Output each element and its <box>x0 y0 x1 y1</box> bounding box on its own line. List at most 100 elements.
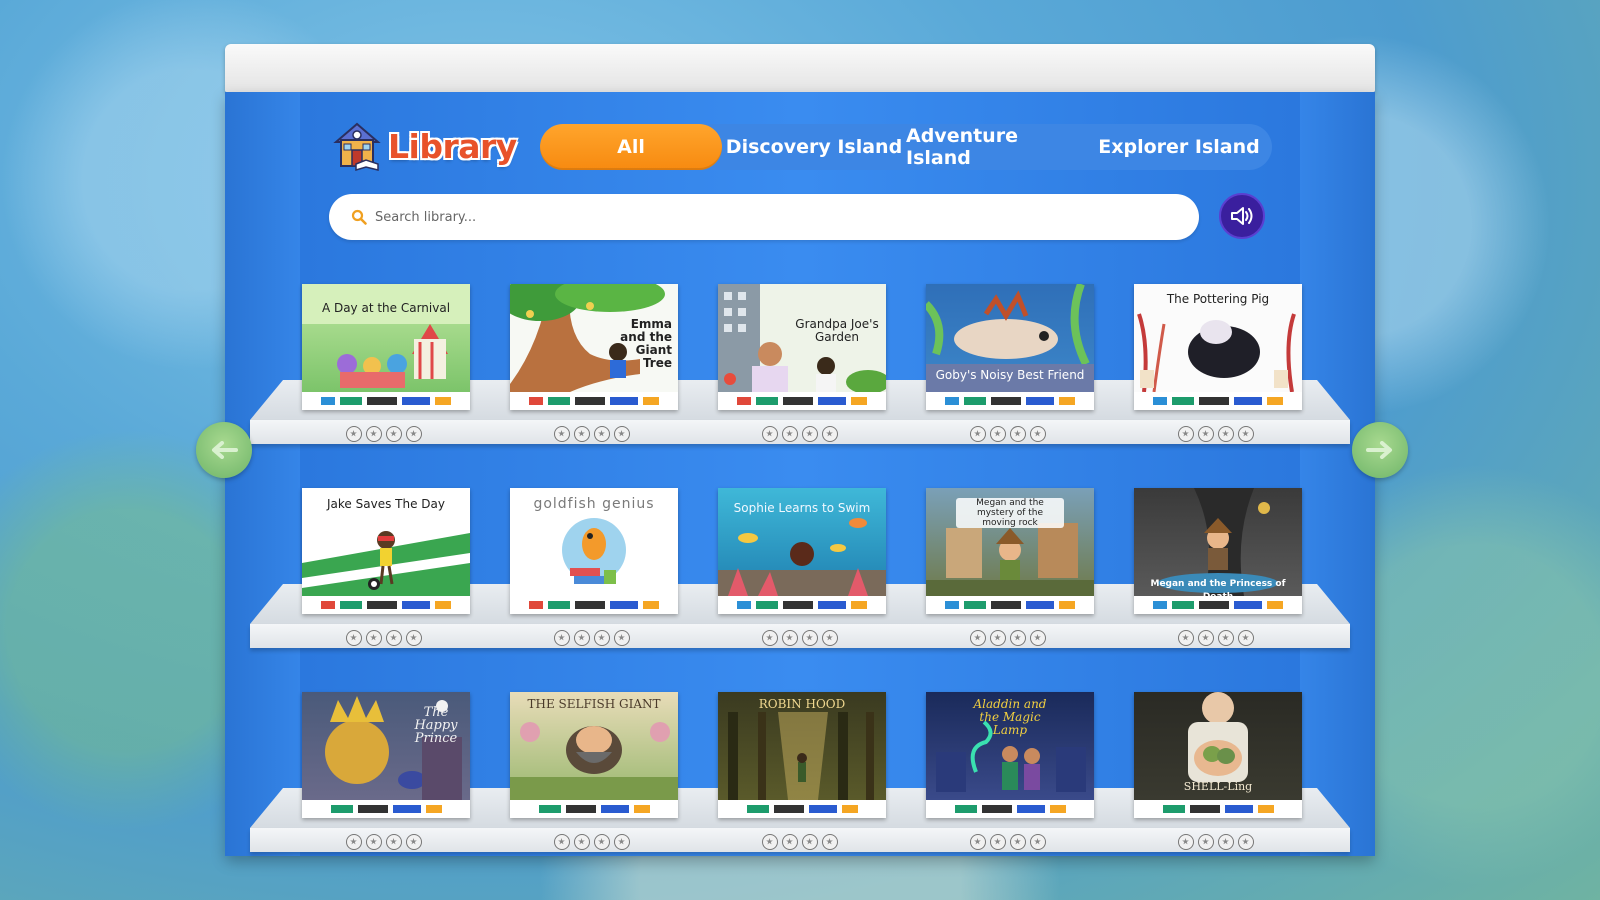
book-title: Jake Saves The Day <box>327 497 445 511</box>
star-icon <box>970 630 986 646</box>
publisher-logos <box>302 800 470 818</box>
book-title: Megan and the mystery of the moving rock <box>956 498 1064 528</box>
star-rating <box>346 426 426 442</box>
tab-adventure-island[interactable]: Adventure Island <box>906 124 1088 170</box>
publisher-logos <box>718 392 886 410</box>
book-card[interactable]: Megan and the mystery of the moving rock <box>926 488 1094 614</box>
publisher-logos <box>926 800 1094 818</box>
search-input[interactable] <box>373 208 1137 226</box>
island-tabs: All Discovery Island Adventure Island Ex… <box>540 124 1272 170</box>
star-icon <box>782 630 798 646</box>
star-icon <box>822 630 838 646</box>
book-card[interactable]: Emma and the Giant Tree <box>510 284 678 410</box>
next-page-button[interactable] <box>1352 422 1408 478</box>
book-title: The Happy Prince <box>414 705 458 746</box>
star-icon <box>366 426 382 442</box>
star-icon <box>1218 834 1234 850</box>
prev-page-button[interactable] <box>196 422 252 478</box>
star-icon <box>970 426 986 442</box>
star-rating <box>762 834 842 850</box>
star-icon <box>990 630 1006 646</box>
tab-all[interactable]: All <box>540 124 722 170</box>
star-icon <box>1198 630 1214 646</box>
library-logo: Library <box>332 120 517 172</box>
star-icon <box>1218 630 1234 646</box>
speaker-icon <box>1231 207 1253 225</box>
page-title: Library <box>388 126 517 166</box>
star-rating <box>1178 630 1258 646</box>
publisher-logos <box>1134 392 1302 410</box>
book-title: Grandpa Joe's Garden <box>795 317 879 344</box>
book-title: THE SELFISH GIANT <box>527 697 661 711</box>
book-card[interactable]: Megan and the Princess of Death <box>1134 488 1302 614</box>
star-icon <box>366 834 382 850</box>
star-icon <box>366 630 382 646</box>
publisher-logos <box>1134 596 1302 614</box>
book-card[interactable]: Grandpa Joe's Garden <box>718 284 886 410</box>
star-icon <box>802 834 818 850</box>
book-title: SHELL-Ling <box>1183 780 1253 793</box>
book-card[interactable]: The Happy Prince <box>302 692 470 818</box>
book-card[interactable]: The Pottering Pig <box>1134 284 1302 410</box>
star-icon <box>1218 426 1234 442</box>
star-icon <box>1238 426 1254 442</box>
star-icon <box>1198 426 1214 442</box>
publisher-logos <box>718 596 886 614</box>
star-icon <box>614 426 630 442</box>
publisher-logos <box>302 392 470 410</box>
star-icon <box>554 630 570 646</box>
audio-button[interactable] <box>1219 193 1265 239</box>
bookcase-side-right <box>1300 92 1375 856</box>
house-book-icon <box>333 122 381 172</box>
star-icon <box>1030 426 1046 442</box>
star-icon <box>594 834 610 850</box>
arrow-left-icon <box>212 441 238 459</box>
star-icon <box>990 426 1006 442</box>
book-card[interactable]: Aladdin and the Magic Lamp <box>926 692 1094 818</box>
star-icon <box>802 426 818 442</box>
book-card[interactable]: Sophie Learns to Swim <box>718 488 886 614</box>
star-icon <box>1010 834 1026 850</box>
star-rating <box>762 630 842 646</box>
star-icon <box>1030 630 1046 646</box>
publisher-logos <box>926 392 1094 410</box>
star-icon <box>990 834 1006 850</box>
book-card[interactable]: SHELL-Ling <box>1134 692 1302 818</box>
search-bar <box>329 194 1199 240</box>
tab-explorer-island[interactable]: Explorer Island <box>1088 124 1270 170</box>
book-card[interactable]: Goby's Noisy Best Friend <box>926 284 1094 410</box>
star-icon <box>1238 630 1254 646</box>
publisher-logos <box>718 800 886 818</box>
book-title: A Day at the Carnival <box>321 301 451 315</box>
publisher-logos <box>302 596 470 614</box>
star-icon <box>802 630 818 646</box>
tab-discovery-island[interactable]: Discovery Island <box>722 124 906 170</box>
star-icon <box>574 834 590 850</box>
publisher-logos <box>510 392 678 410</box>
star-icon <box>386 426 402 442</box>
star-icon <box>594 630 610 646</box>
star-icon <box>762 630 778 646</box>
star-icon <box>1178 426 1194 442</box>
star-icon <box>970 834 986 850</box>
star-icon <box>614 834 630 850</box>
publisher-logos <box>1134 800 1302 818</box>
star-rating <box>346 834 426 850</box>
book-card[interactable]: goldfish genius <box>510 488 678 614</box>
star-icon <box>574 426 590 442</box>
book-title: Sophie Learns to Swim <box>733 501 871 515</box>
book-card[interactable]: Jake Saves The Day <box>302 488 470 614</box>
star-icon <box>1030 834 1046 850</box>
book-card[interactable]: ROBIN HOOD <box>718 692 886 818</box>
star-rating <box>554 834 634 850</box>
star-rating <box>1178 426 1258 442</box>
star-rating <box>762 426 842 442</box>
book-card[interactable]: A Day at the Carnival <box>302 284 470 410</box>
search-icon <box>351 209 367 225</box>
arrow-right-icon <box>1366 441 1392 459</box>
book-title: The Pottering Pig <box>1166 292 1270 306</box>
star-rating <box>970 426 1050 442</box>
star-rating <box>554 630 634 646</box>
star-icon <box>1238 834 1254 850</box>
book-card[interactable]: THE SELFISH GIANT <box>510 692 678 818</box>
